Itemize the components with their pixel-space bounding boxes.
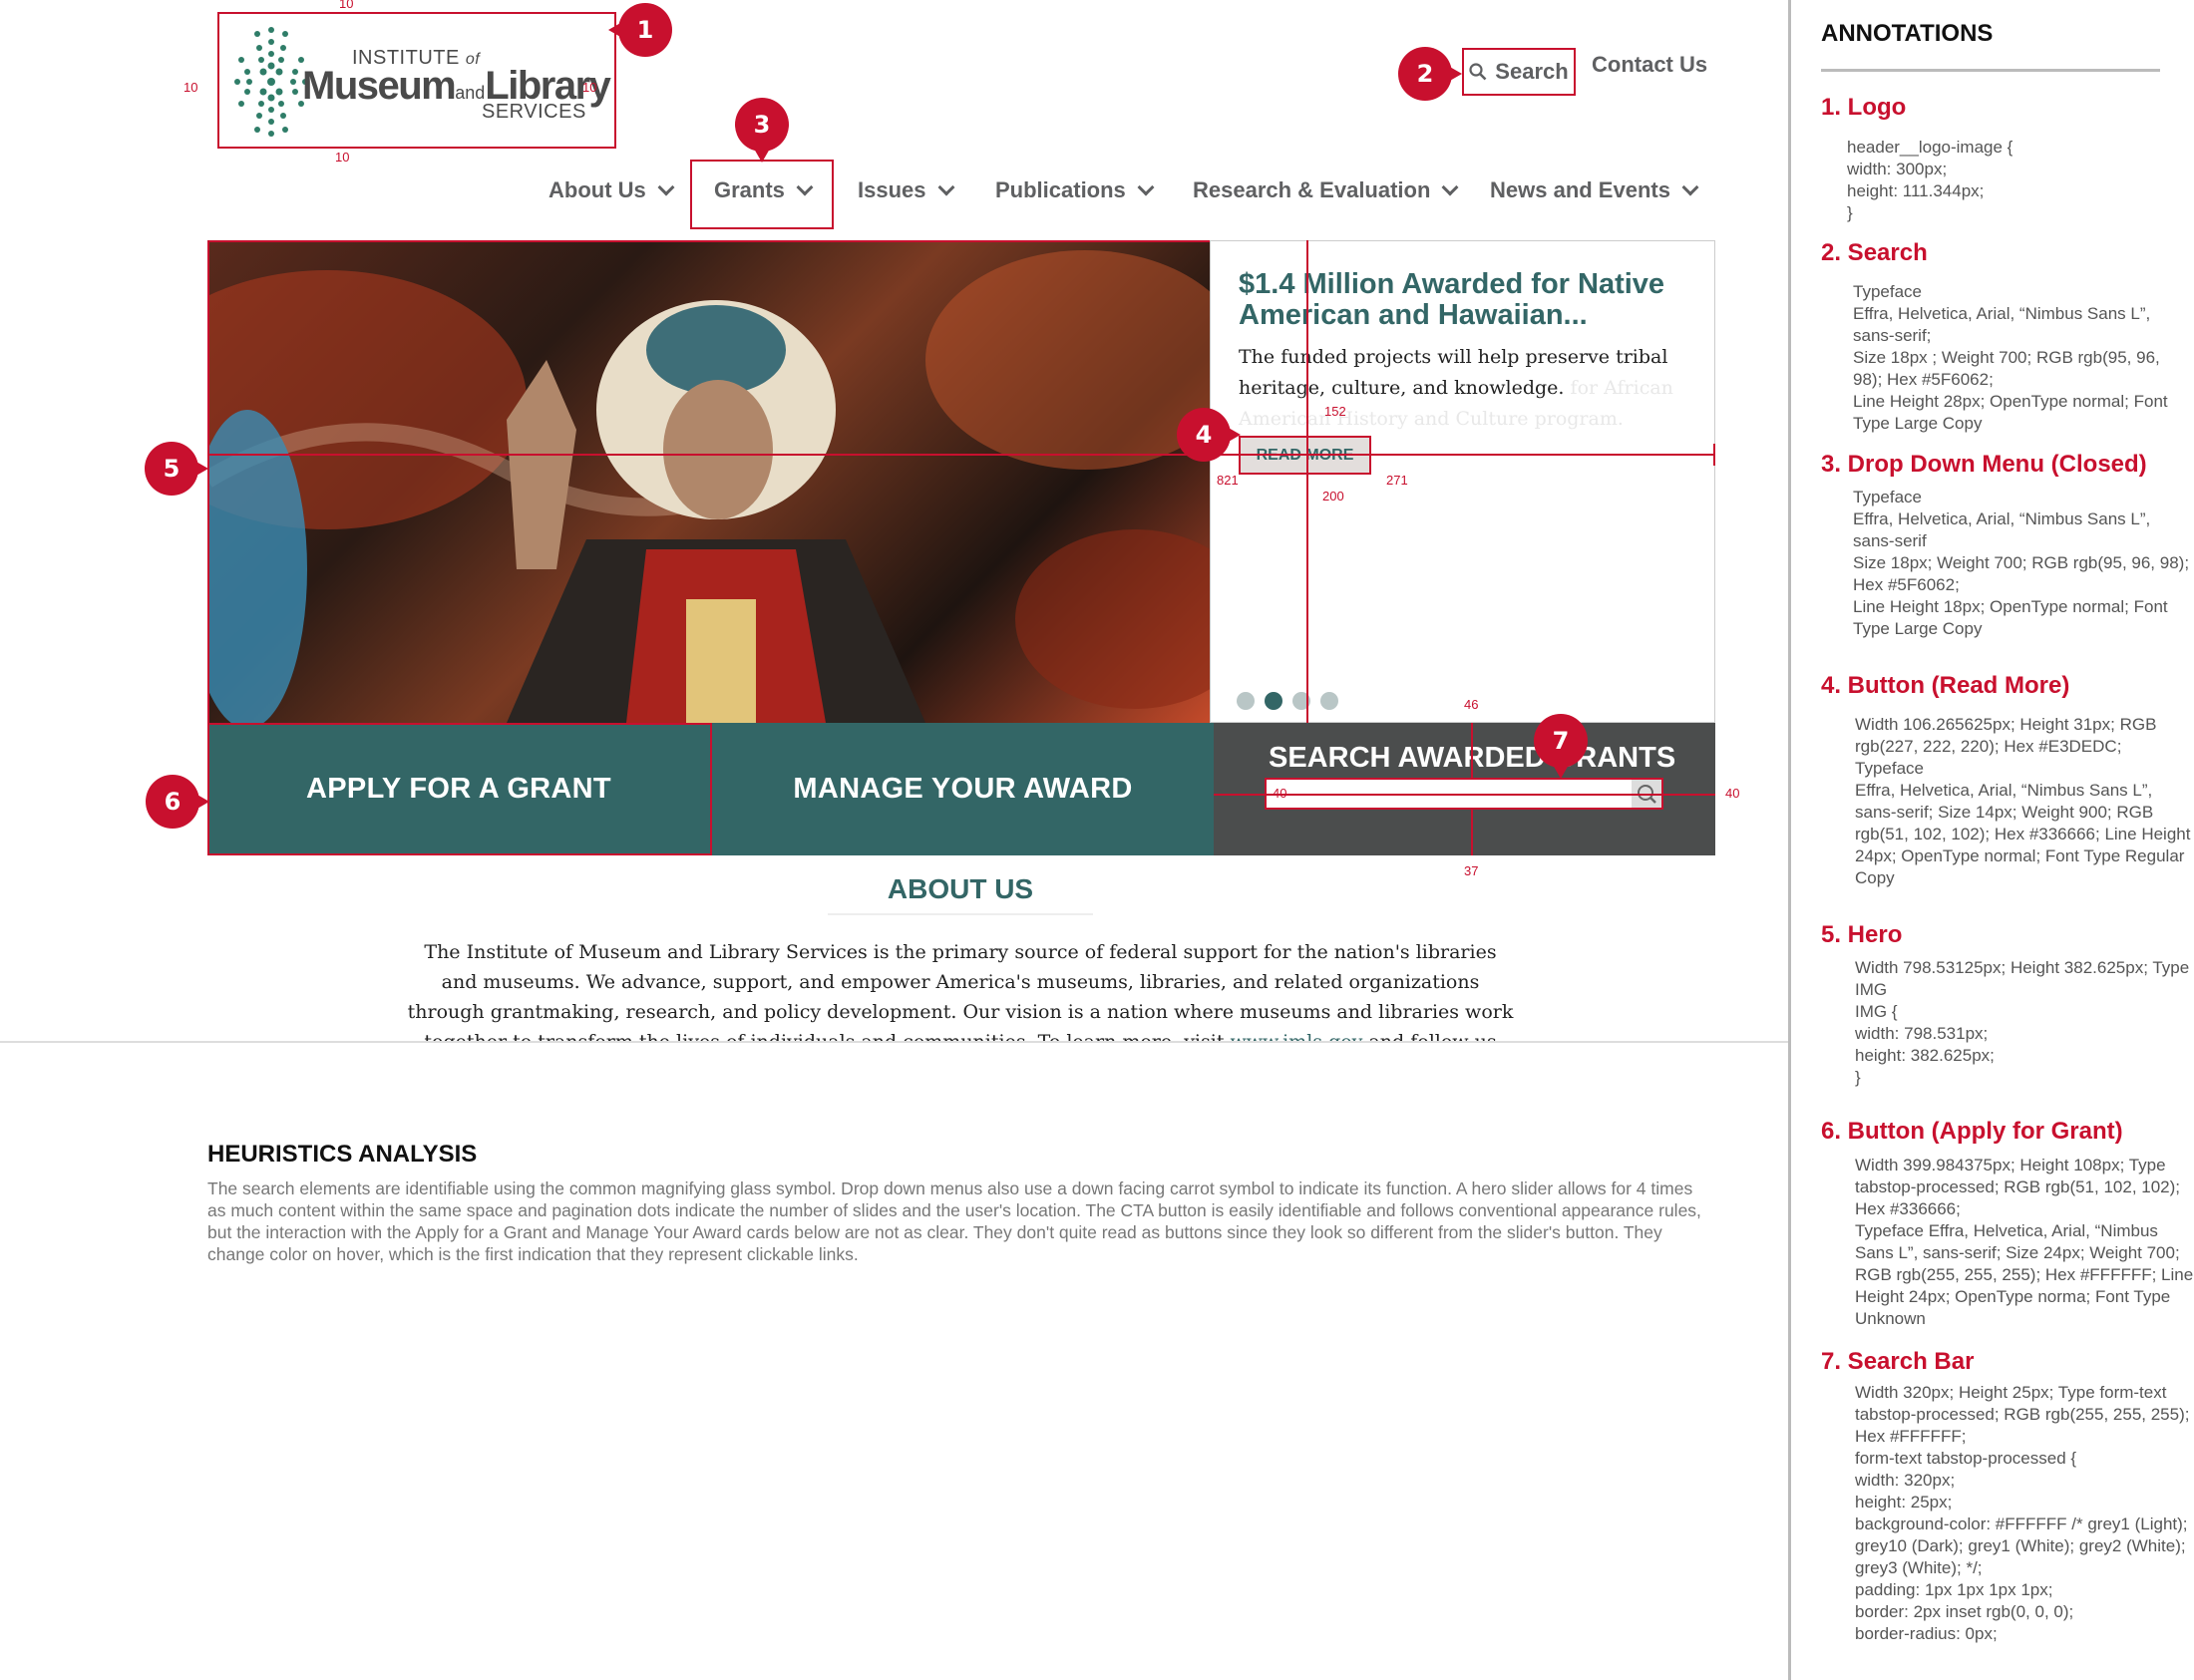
nav-news-events[interactable]: News and Events: [1490, 177, 1699, 203]
about-us-heading: ABOUT US: [828, 873, 1093, 915]
annotation-title-read-more: 4. Button (Read More): [1821, 672, 2070, 699]
hero-measure-v-label: 152: [1324, 404, 1346, 419]
marker-5: 5: [145, 442, 208, 496]
sg-measure-bottom-label: 37: [1464, 863, 1479, 878]
chevron-down-icon: [1137, 178, 1155, 196]
annotation-title-hero: 5. Hero: [1821, 921, 1903, 948]
annotation-body-logo: header__logo-image { width: 300px; heigh…: [1847, 138, 2013, 222]
hero-measure-horizontal: [207, 454, 1715, 456]
logo-pad-bottom: 10: [335, 150, 350, 165]
imls-link[interactable]: www.imls.gov: [1231, 1031, 1363, 1041]
search-label: Search: [1495, 59, 1569, 84]
sg-measure-horizontal: [1214, 794, 1715, 796]
hero-title[interactable]: $1.4 Million Awarded for Native American…: [1239, 269, 1677, 331]
annotation-title-search: 2. Search: [1821, 239, 1928, 266]
hero-measure-right-tick: [1713, 444, 1715, 466]
contact-us-link[interactable]: Contact Us: [1592, 52, 1707, 78]
heuristics-text: The search elements are identifiable usi…: [207, 1178, 1701, 1264]
sidebar-divider: [1788, 0, 1791, 1680]
about-us-follow: and follow us: [1368, 1031, 1496, 1041]
annotation-body-dropdown: Typeface Effra, Helvetica, Arial, “Nimbu…: [1853, 488, 2190, 638]
hero-measure-left-label: 821: [1217, 473, 1239, 488]
marker-3: 3: [735, 98, 789, 163]
hero-measure-vertical: [1306, 240, 1308, 723]
annotations-rule: [1821, 69, 2160, 72]
chevron-down-icon: [657, 178, 675, 196]
annotation-title-logo: 1. Logo: [1821, 94, 1907, 121]
chevron-down-icon: [1441, 178, 1459, 196]
sg-measure-left-label: 40: [1273, 786, 1287, 801]
logo-pad-right: 10: [582, 80, 597, 95]
sg-measure-right-label: 40: [1725, 786, 1740, 801]
marker-4: 4: [1177, 408, 1241, 462]
marker-7: 7: [1534, 714, 1588, 779]
annotation-title-dropdown: 3. Drop Down Menu (Closed): [1821, 451, 2147, 478]
annotations-heading: ANNOTATIONS: [1821, 20, 1994, 47]
apply-annotation-box: [207, 723, 712, 855]
chevron-down-icon: [937, 178, 954, 196]
search-link[interactable]: Search: [1462, 48, 1576, 96]
hero-description: The funded projects will help preserve t…: [1239, 342, 1677, 435]
nav-about-us[interactable]: About Us: [548, 177, 675, 203]
about-us-body: The Institute of Museum and Library Serv…: [407, 941, 1514, 1041]
sg-measure-top: [1471, 723, 1473, 778]
section-divider: [0, 1041, 1790, 1043]
logo-pad-top: 10: [339, 0, 354, 11]
manage-award-button[interactable]: MANAGE YOUR AWARD: [712, 723, 1214, 855]
slider-dot-1[interactable]: [1237, 692, 1255, 710]
about-us-text: The Institute of Museum and Library Serv…: [407, 937, 1514, 1041]
annotation-title-search-bar: 7. Search Bar: [1821, 1348, 1975, 1375]
nav-publications[interactable]: Publications: [995, 177, 1155, 203]
logo-pad-left: 10: [183, 80, 198, 95]
marker-1: 1: [608, 3, 672, 57]
heuristics-heading: HEURISTICS ANALYSIS: [207, 1141, 478, 1168]
nav-research-evaluation[interactable]: Research & Evaluation: [1193, 177, 1459, 203]
nav-issues[interactable]: Issues: [858, 177, 954, 203]
chevron-down-icon: [1681, 178, 1699, 196]
annotation-title-apply: 6. Button (Apply for Grant): [1821, 1118, 2123, 1145]
sg-measure-top-label: 46: [1464, 697, 1479, 712]
grants-annotation-box: [690, 160, 834, 229]
annotation-body-apply: Width 399.984375px; Height 108px; Type t…: [1855, 1156, 2194, 1328]
marker-6: 6: [146, 775, 209, 829]
annotation-body-read-more: Width 106.265625px; Height 31px; RGB rgb…: [1855, 715, 2191, 887]
hero-measure-right-label: 271: [1386, 473, 1408, 488]
nav-research-label: Research & Evaluation: [1193, 177, 1431, 202]
sg-measure-bottom: [1471, 810, 1473, 855]
marker-2: 2: [1398, 47, 1462, 101]
logo-annotation-box: [217, 12, 616, 149]
nav-publications-label: Publications: [995, 177, 1126, 202]
nav-news-label: News and Events: [1490, 177, 1670, 202]
search-icon: [1469, 63, 1487, 81]
annotation-body-search-bar: Width 320px; Height 25px; Type form-text…: [1855, 1383, 2190, 1643]
hero-measure-bottom-label: 200: [1322, 489, 1344, 504]
slider-dot-4[interactable]: [1320, 692, 1338, 710]
annotation-body-search: Typeface Effra, Helvetica, Arial, “Nimbu…: [1853, 282, 2168, 433]
nav-about-us-label: About Us: [548, 177, 646, 202]
hero-annotation-box: [207, 240, 1212, 725]
nav-issues-label: Issues: [858, 177, 926, 202]
annotation-body-hero: Width 798.53125px; Height 382.625px; Typ…: [1855, 958, 2190, 1087]
slider-dot-2[interactable]: [1265, 692, 1282, 710]
